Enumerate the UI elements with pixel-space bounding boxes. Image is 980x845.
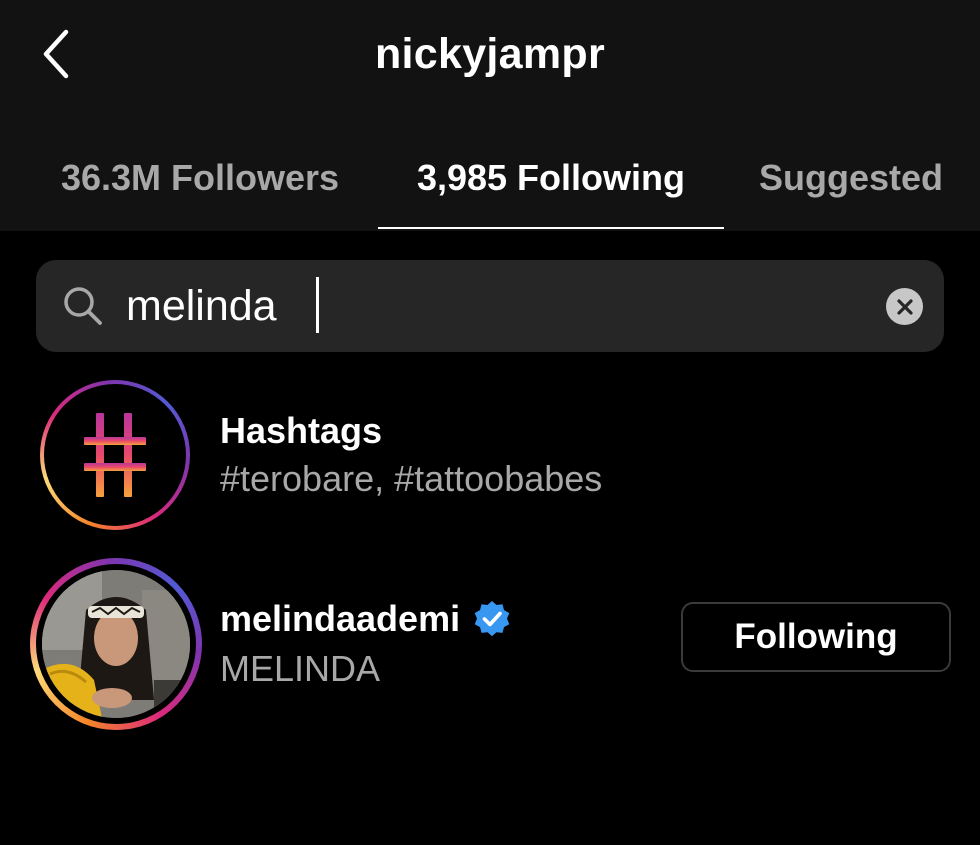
hashtag-avatar-ring bbox=[40, 380, 190, 530]
profile-username-title: nickyjampr bbox=[374, 30, 606, 78]
clear-search-button[interactable] bbox=[886, 288, 923, 325]
active-tab-indicator bbox=[378, 227, 724, 229]
tab-suggested[interactable]: Suggested bbox=[740, 128, 962, 228]
verified-badge-icon bbox=[474, 601, 510, 637]
search-icon bbox=[64, 287, 102, 325]
hashtags-result-row[interactable]: Hashtags #terobare, #tattoobabes bbox=[0, 380, 980, 530]
result-username: melindaademi bbox=[220, 598, 461, 639]
following-screen: nickyjampr 36.3M Followers 3,985 Followi… bbox=[0, 0, 980, 845]
user-result-row[interactable]: melindaademi MELINDA Following bbox=[0, 558, 980, 730]
clear-icon bbox=[896, 298, 913, 315]
tab-bar: 36.3M Followers 3,985 Following Suggeste… bbox=[0, 128, 980, 231]
profile-photo-image bbox=[42, 570, 190, 718]
story-ring bbox=[30, 558, 202, 730]
search-bar bbox=[36, 260, 944, 352]
tab-following[interactable]: 3,985 Following bbox=[378, 128, 724, 228]
result-full-name: MELINDA bbox=[220, 648, 381, 689]
header: nickyjampr 36.3M Followers 3,985 Followi… bbox=[0, 0, 980, 231]
tab-followers[interactable]: 36.3M Followers bbox=[40, 128, 360, 228]
hashtag-icon bbox=[84, 413, 146, 497]
following-button[interactable]: Following bbox=[681, 602, 951, 672]
hashtags-subtitle: #terobare, #tattoobabes bbox=[220, 458, 603, 499]
search-input[interactable] bbox=[126, 274, 866, 338]
hashtags-title: Hashtags bbox=[220, 410, 383, 451]
avatar[interactable] bbox=[42, 570, 190, 718]
text-cursor bbox=[316, 277, 319, 333]
